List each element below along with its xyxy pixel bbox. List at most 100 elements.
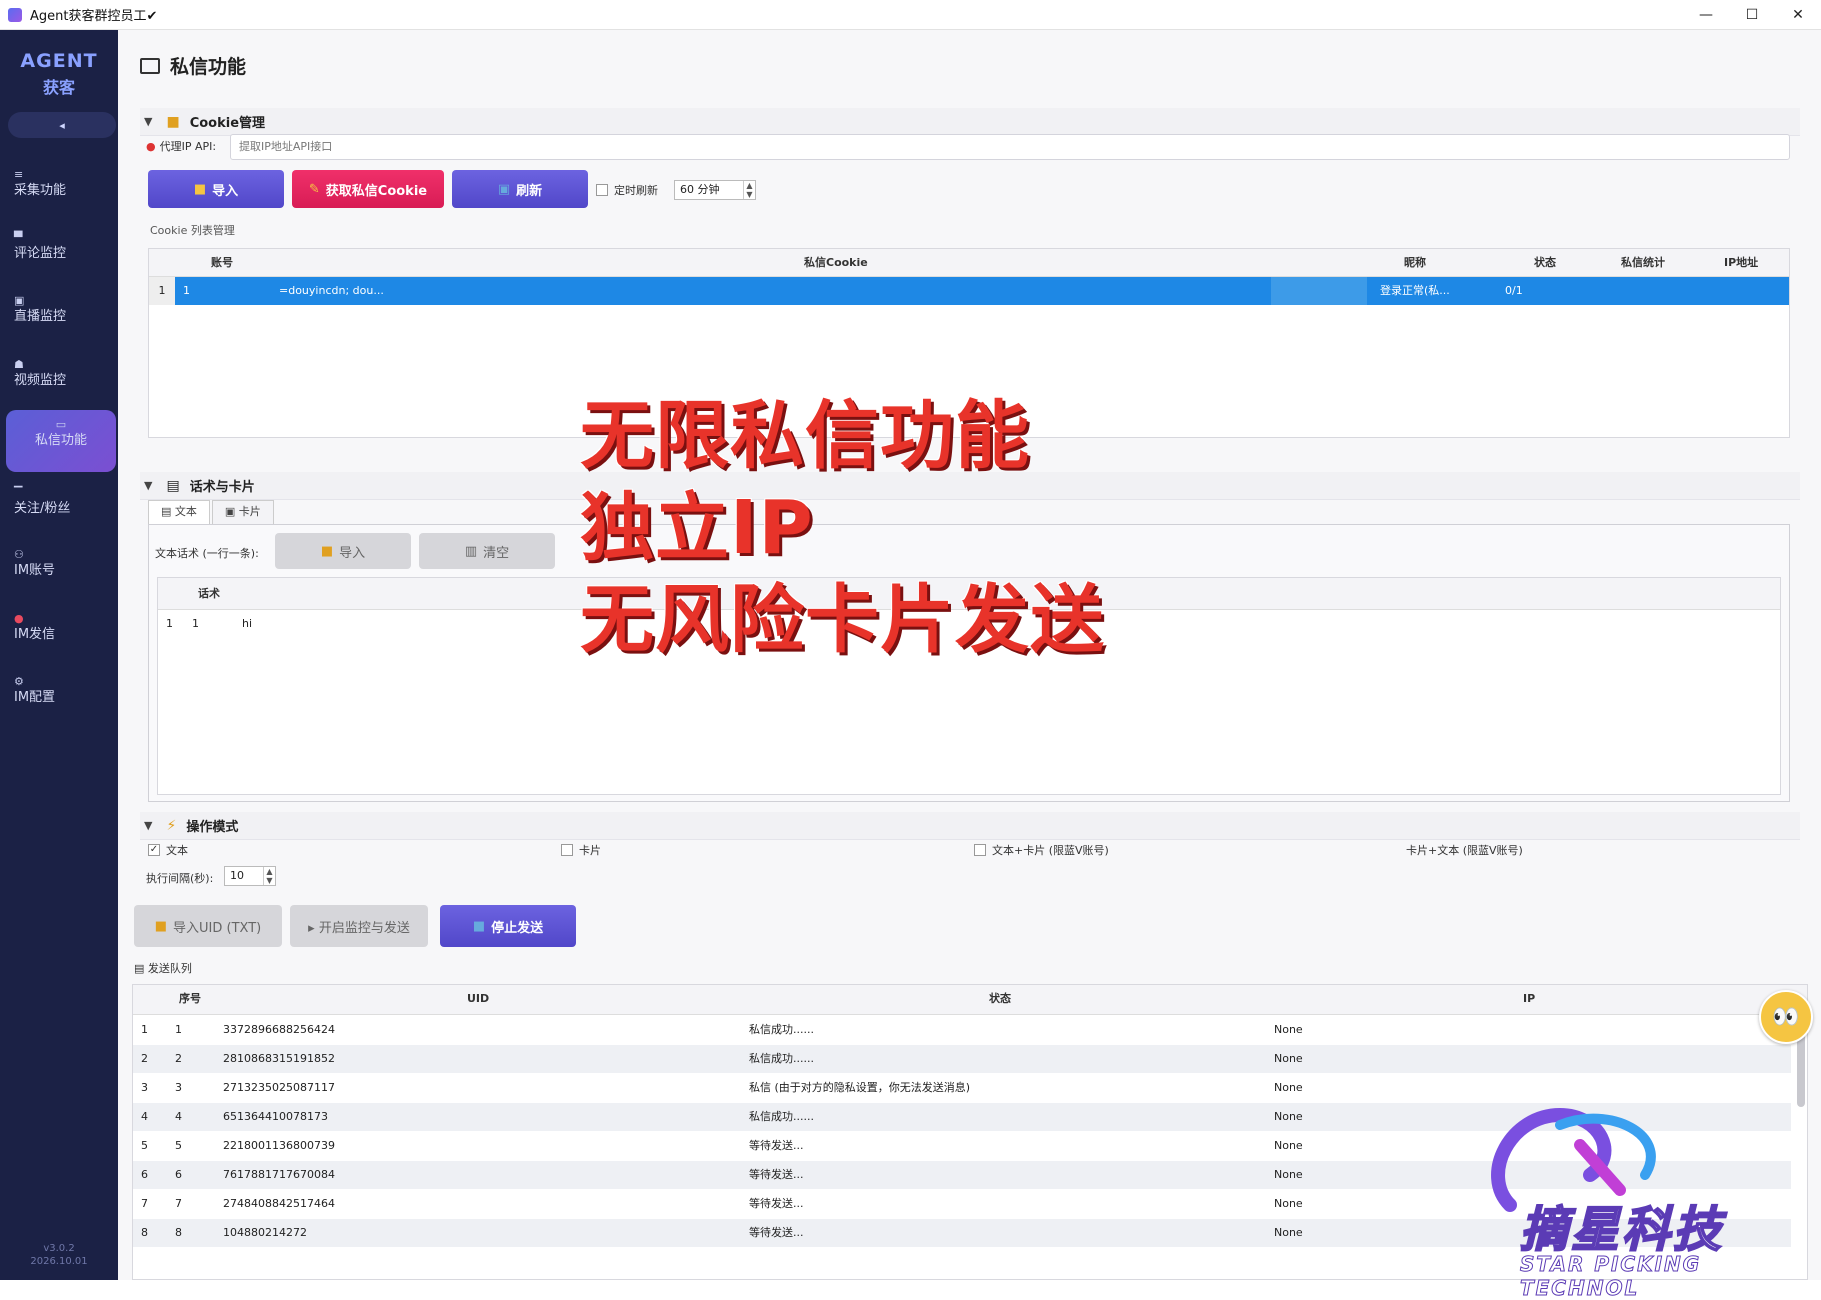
interval-spinbox[interactable]: 10 ▲ ▼: [224, 866, 276, 886]
operation-section-header[interactable]: ▼ ⚡ 操作模式: [140, 812, 1800, 840]
brand-line2: 获客: [42, 78, 75, 97]
document-icon: ▤: [166, 477, 180, 494]
cell-no: 3: [175, 1081, 182, 1094]
table-row[interactable]: 1 1 3372896688256424 私信成功...... None: [133, 1016, 1791, 1044]
collapse-arrow-icon[interactable]: ▼: [144, 115, 152, 128]
sidebar-item-label: 视频监控: [14, 373, 67, 388]
mode-text-card-checkbox[interactable]: 文本+卡片 (限蓝V账号): [974, 842, 1109, 858]
cell-uid: 7617881717670084: [223, 1168, 335, 1181]
checkbox-box[interactable]: [974, 844, 986, 856]
clear-text-button[interactable]: ▥ 清空: [419, 533, 555, 569]
cell-no: 1: [192, 617, 199, 630]
collapse-arrow-icon[interactable]: ▼: [144, 479, 152, 492]
sidebar-item-label: IM配置: [14, 690, 56, 705]
row-index: 2: [141, 1052, 148, 1065]
cell-uid: 651364410078173: [223, 1110, 328, 1123]
checkbox-box[interactable]: [561, 844, 573, 856]
import-text-button[interactable]: ■ 导入: [275, 533, 411, 569]
row-index: 1: [149, 277, 175, 305]
col-ip[interactable]: IP地址: [1724, 249, 1758, 277]
col-script[interactable]: 话术: [198, 580, 220, 608]
cell-status: 等待发送...: [749, 1139, 804, 1152]
stop-icon: ■: [472, 918, 486, 934]
assistant-mascot-icon[interactable]: 👀: [1759, 990, 1813, 1044]
import-cookie-button[interactable]: ■ 导入: [148, 170, 284, 208]
col-ip[interactable]: IP: [1523, 985, 1535, 1013]
tab-card[interactable]: ▣ 卡片: [211, 500, 274, 524]
checkbox-box[interactable]: ✓: [148, 844, 160, 856]
trash-icon: ▥: [464, 543, 478, 559]
cell-count: 0/1: [1505, 284, 1523, 297]
refresh-button[interactable]: ▣ 刷新: [452, 170, 588, 208]
maximize-button[interactable]: ☐: [1729, 0, 1775, 30]
version-info: v3.0.2 2026.10.01: [0, 1242, 118, 1268]
col-account[interactable]: 账号: [211, 249, 233, 277]
cell-status: 等待发送...: [749, 1197, 804, 1210]
sidebar-item-follow-fans[interactable]: ▔ 关注/粉丝: [6, 478, 116, 534]
sidebar-item-label: 评论监控: [14, 246, 67, 261]
sidebar-item-label: 采集功能: [14, 183, 67, 198]
text-icon: ▤: [161, 505, 175, 518]
minimize-button[interactable]: —: [1683, 0, 1729, 30]
fetch-cookie-button[interactable]: ✎ 获取私信Cookie: [292, 170, 444, 208]
promo-overlay: 无限私信功能 独立IP 无风险卡片发送: [580, 390, 1105, 666]
close-button[interactable]: ✕: [1775, 0, 1821, 30]
promo-line-1: 无限私信功能: [580, 393, 1030, 479]
mode-card-text-checkbox[interactable]: 卡片+文本 (限蓝V账号): [1406, 842, 1523, 858]
shield-icon: ●: [146, 139, 156, 153]
sidebar-item-private-message[interactable]: ▭ 私信功能: [6, 410, 116, 472]
page-title-text: 私信功能: [170, 56, 247, 78]
key-icon: ✎: [308, 181, 320, 197]
script-section-title: 话术与卡片: [189, 480, 255, 495]
start-monitor-button[interactable]: ▸ 开启监控与发送: [290, 905, 428, 947]
cookie-section-header[interactable]: ▼ ■ Cookie管理: [140, 108, 1800, 136]
tab-text[interactable]: ▤ 文本: [148, 500, 210, 524]
import-uid-button[interactable]: ■ 导入UID (TXT): [134, 905, 282, 947]
col-status[interactable]: 状态: [1534, 249, 1556, 277]
sidebar-item-im-config[interactable]: ⚙ IM配置: [6, 667, 116, 723]
message-box-icon: [140, 57, 160, 74]
col-uid[interactable]: UID: [467, 985, 489, 1013]
cell-status: 私信 (由于对方的隐私设置，你无法发送消息): [749, 1081, 971, 1094]
sidebar-item-collect[interactable]: ≡ 采集功能: [6, 160, 116, 216]
script-tabs: ▤ 文本 ▣ 卡片: [148, 500, 276, 524]
spin-arrows-icon[interactable]: ▲ ▼: [743, 181, 755, 199]
sidebar-item-comment-monitor[interactable]: ▀ 评论监控: [6, 223, 116, 279]
live-icon: ▣: [14, 294, 25, 307]
col-cookie[interactable]: 私信Cookie: [804, 249, 868, 277]
cell-status: 等待发送...: [749, 1226, 804, 1239]
col-status[interactable]: 状态: [989, 985, 1011, 1013]
table-row[interactable]: 1 =douyincdn; dou... 登录正常(私... 0/1: [175, 277, 1789, 305]
interval-label: 执行间隔(秒):: [146, 872, 214, 885]
cell-status: 私信成功......: [749, 1110, 814, 1123]
cell-ip: None: [1274, 1081, 1303, 1094]
cell-uid: 2218001136800739: [223, 1139, 335, 1152]
sidebar-item-label: 私信功能: [34, 433, 87, 448]
mode-text-checkbox[interactable]: ✓ 文本: [148, 842, 188, 858]
cell-no: 4: [175, 1110, 182, 1123]
table-header: [133, 985, 1807, 1015]
sidebar-item-im-account[interactable]: ⚇ IM账号: [6, 540, 116, 596]
mode-card-checkbox[interactable]: 卡片: [561, 842, 601, 858]
checkbox-box[interactable]: [596, 184, 608, 196]
promo-line-2: 独立IP: [580, 485, 814, 571]
table-row[interactable]: 2 2 2810868315191852 私信成功...... None: [133, 1045, 1791, 1073]
sidebar-item-video-monitor[interactable]: ☗ 视频监控: [6, 350, 116, 406]
auto-refresh-checkbox[interactable]: 定时刷新: [596, 182, 658, 198]
spin-arrows-icon[interactable]: ▲ ▼: [263, 867, 275, 885]
proxy-api-input[interactable]: 提取IP地址API接口: [230, 134, 1790, 160]
sidebar-item-live-monitor[interactable]: ▣ 直播监控: [6, 286, 116, 342]
collapse-arrow-icon[interactable]: ▼: [144, 819, 152, 832]
cell-ip: None: [1274, 1168, 1303, 1181]
refresh-interval-spinbox[interactable]: 60 分钟 ▲ ▼: [674, 180, 756, 200]
row-index: 6: [141, 1168, 148, 1181]
col-count[interactable]: 私信统计: [1621, 249, 1665, 277]
stop-send-button[interactable]: ■ 停止发送: [440, 905, 576, 947]
col-nickname[interactable]: 昵称: [1404, 249, 1426, 277]
collapse-sidebar-button[interactable]: ◂: [8, 112, 116, 138]
folder-icon: ■: [154, 918, 168, 934]
sidebar-item-im-send[interactable]: ● IM发信: [6, 604, 116, 660]
cell-uid: 3372896688256424: [223, 1023, 335, 1036]
col-no[interactable]: 序号: [179, 985, 201, 1013]
folder-icon: ■: [166, 113, 180, 130]
